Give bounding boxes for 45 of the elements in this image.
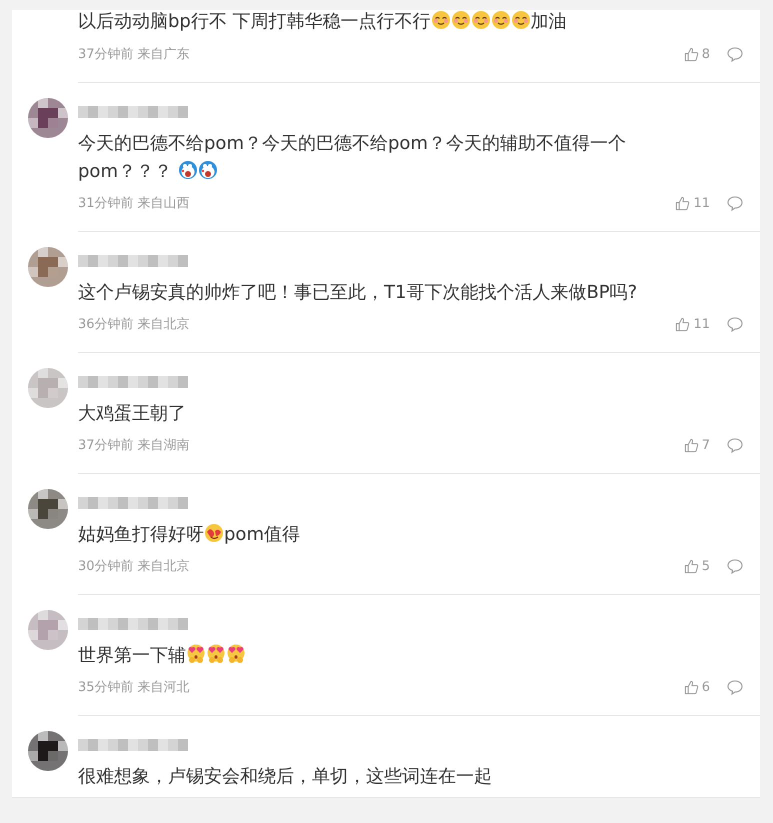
- smiling-face-icon: [510, 10, 531, 30]
- smiling-face-icon: [470, 10, 491, 30]
- heart-eyes-face-icon: [206, 644, 226, 664]
- comment-icon[interactable]: [727, 46, 743, 62]
- like-button[interactable]: 7: [684, 438, 710, 452]
- like-button[interactable]: 5: [684, 558, 710, 574]
- smiling-face-icon: [430, 10, 451, 30]
- comment-text: 很难想象，卢锡安会和绕后，单切，这些词连在一起: [78, 766, 492, 787]
- comment-meta: 37分钟前 来自湖南: [78, 437, 191, 454]
- thumbs-up-icon: [684, 680, 699, 694]
- like-button[interactable]: 8: [684, 46, 710, 62]
- smiling-face-icon: [450, 10, 471, 30]
- thumbs-up-icon: [675, 316, 690, 332]
- thumbs-up-icon: [684, 46, 699, 62]
- comment-text: 以后动动脑bp行不 下周打韩华稳一点行不行: [78, 11, 431, 32]
- comment-meta: 30分钟前 来自北京: [78, 558, 191, 575]
- comment-icon[interactable]: [727, 558, 743, 574]
- cartoon-face-icon: [198, 160, 218, 180]
- comment-text: 大鸡蛋王朝了: [78, 403, 186, 424]
- comment-text: pom值得: [224, 524, 300, 545]
- thumbs-up-icon: [684, 558, 699, 574]
- comment-text: pom？？？: [78, 161, 173, 182]
- love-face-icon: [204, 523, 224, 543]
- thumbs-up-icon: [684, 438, 699, 452]
- like-button[interactable]: 11: [675, 196, 710, 210]
- comment-icon[interactable]: [727, 679, 743, 695]
- like-button[interactable]: 6: [684, 680, 710, 694]
- comment-icon[interactable]: [727, 316, 743, 332]
- comment-meta: 36分钟前 来自北京: [78, 316, 191, 333]
- comment-meta: 31分钟前 来自山西: [78, 195, 191, 212]
- smiling-face-icon: [490, 10, 511, 30]
- heart-eyes-face-icon: [226, 644, 246, 664]
- comment-text: 加油: [530, 11, 567, 32]
- comment-text: 今天的巴德不给pom？今天的巴德不给pom？今天的辅助不值得一个: [78, 133, 626, 154]
- comment-meta: 37分钟前 来自广东: [78, 46, 191, 63]
- comment-meta: 35分钟前 来自河北: [78, 679, 191, 696]
- thumbs-up-icon: [675, 196, 690, 210]
- comment-text: 姑妈鱼打得好呀: [78, 524, 204, 545]
- comment-text: 世界第一下辅: [78, 645, 186, 666]
- cartoon-face-icon: [178, 160, 198, 180]
- comment-text: 这个卢锡安真的帅炸了吧！事已至此，T1哥下次能找个活人来做BP吗?: [78, 282, 638, 303]
- comment-icon[interactable]: [727, 437, 743, 453]
- heart-eyes-face-icon: [186, 644, 206, 664]
- comment-icon[interactable]: [727, 195, 743, 211]
- like-button[interactable]: 11: [675, 316, 710, 332]
